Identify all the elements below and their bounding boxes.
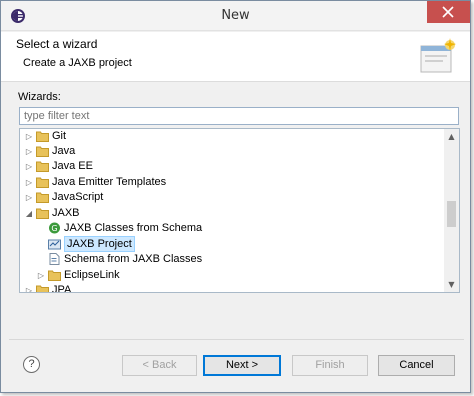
folder-icon [36, 161, 49, 172]
wizard-header: Select a wizard Create a JAXB project [1, 32, 470, 82]
title-bar: New [1, 1, 470, 31]
expand-arrow-icon[interactable]: ▷ [24, 283, 34, 292]
wizards-label: Wizards: [18, 91, 61, 103]
scrollbar-thumb[interactable] [447, 201, 456, 227]
tree-item-label: JAXB [52, 207, 80, 219]
tree-item-javascript[interactable]: ▷ JavaScript [20, 190, 443, 205]
svg-text:G: G [51, 224, 57, 233]
new-wizard-dialog: New Select a wizard Create a JAXB projec… [0, 0, 471, 393]
button-bar-separator [9, 339, 464, 340]
expand-arrow-icon[interactable]: ▷ [24, 175, 34, 190]
tree-item-jaxb-project[interactable]: JAXB Project [20, 236, 443, 252]
page-title: Select a wizard [16, 37, 98, 51]
folder-icon [36, 192, 49, 203]
cancel-button[interactable]: Cancel [378, 355, 455, 376]
tree-item-label: JAXB Project [64, 236, 135, 252]
tree-item-label: EclipseLink [64, 269, 120, 281]
tree-item-git[interactable]: ▷ Git [20, 129, 443, 144]
tree-item-label: Schema from JAXB Classes [64, 253, 203, 265]
folder-icon [48, 270, 61, 281]
tree-item-label: Java EE [52, 160, 93, 172]
next-button[interactable]: Next > [203, 355, 281, 376]
tree-item-label: Java [52, 145, 76, 157]
tree-item-label: JAXB Classes from Schema [64, 222, 203, 234]
tree-item-label: Git [52, 130, 67, 142]
tree-scrollbar[interactable]: ▲ ▼ [444, 129, 459, 292]
classes-icon: G [49, 222, 60, 234]
wizard-tree: ▷ Git ▷ Java ▷ Java EE ▷ Java Emitter Te… [19, 128, 460, 293]
collapse-arrow-icon[interactable]: ◢ [24, 206, 34, 221]
tree-item-java[interactable]: ▷ Java [20, 144, 443, 159]
folder-icon [36, 146, 49, 157]
expand-arrow-icon[interactable]: ▷ [24, 159, 34, 174]
folder-icon [36, 208, 49, 219]
scroll-up-icon[interactable]: ▲ [444, 129, 459, 144]
page-description: Create a JAXB project [23, 57, 132, 69]
close-button[interactable] [427, 1, 470, 23]
tree-item-jpa[interactable]: ▷ JPA [20, 283, 443, 293]
project-icon [48, 239, 61, 250]
folder-icon [36, 285, 49, 292]
tree-item-jaxb[interactable]: ◢ JAXB [20, 206, 443, 221]
folder-icon [36, 131, 49, 142]
close-icon [442, 6, 454, 18]
folder-icon [36, 177, 49, 188]
expand-arrow-icon[interactable]: ▷ [36, 268, 46, 283]
tree-item-java-emitter-templates[interactable]: ▷ Java Emitter Templates [20, 175, 443, 190]
finish-button[interactable]: Finish [292, 355, 368, 376]
scroll-down-icon[interactable]: ▼ [444, 277, 459, 292]
filter-input[interactable] [19, 107, 459, 125]
schema-icon [49, 253, 60, 265]
back-button[interactable]: < Back [122, 355, 197, 376]
wizard-banner-icon [420, 38, 456, 73]
tree-item-java-ee[interactable]: ▷ Java EE [20, 159, 443, 174]
tree-item-eclipselink[interactable]: ▷ EclipseLink [20, 268, 443, 283]
expand-arrow-icon[interactable]: ▷ [24, 190, 34, 205]
tree-item-schema-from-jaxb-classes[interactable]: Schema from JAXB Classes [20, 252, 443, 267]
tree-item-label: JavaScript [52, 191, 104, 203]
expand-arrow-icon[interactable]: ▷ [24, 129, 34, 144]
expand-arrow-icon[interactable]: ▷ [24, 144, 34, 159]
tree-item-label: JPA [52, 284, 72, 293]
tree-item-label: Java Emitter Templates [52, 176, 167, 188]
tree-item-jaxb-classes-from-schema[interactable]: G JAXB Classes from Schema [20, 221, 443, 236]
help-button[interactable]: ? [23, 356, 40, 373]
window-title: New [221, 8, 250, 23]
